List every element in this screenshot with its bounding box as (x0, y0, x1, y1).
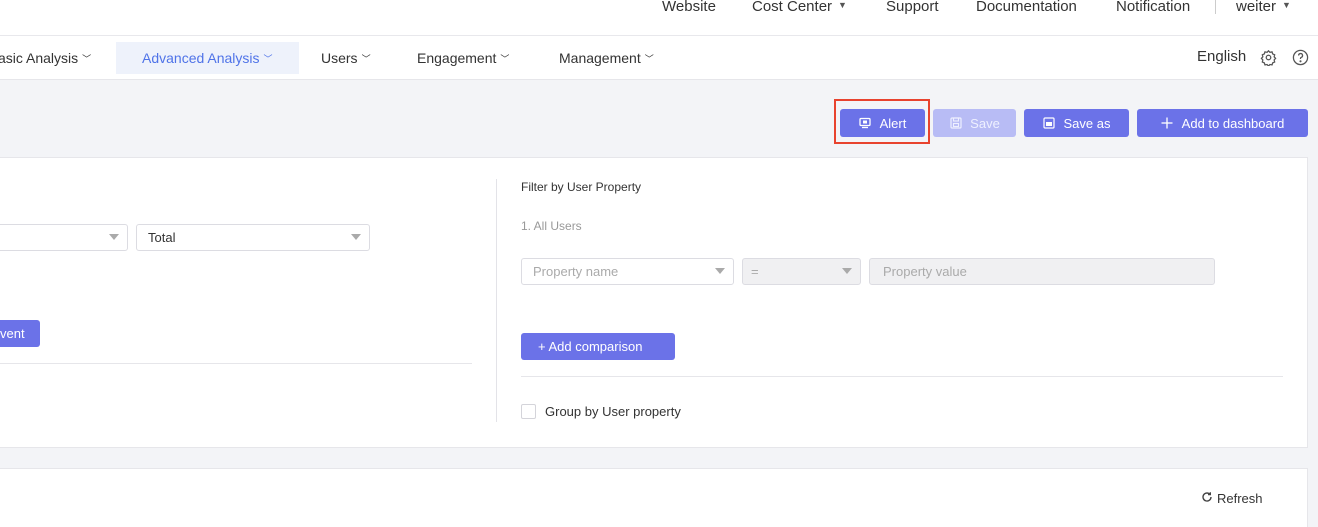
metric-select[interactable] (0, 224, 128, 251)
username: weiter (1236, 0, 1277, 15)
alert-button[interactable]: Alert (840, 109, 925, 137)
save-as-icon (1043, 117, 1056, 130)
chevron-down-icon: ﹀ (82, 54, 92, 64)
add-event-label: vent (0, 326, 25, 341)
menu-label: Management (559, 50, 641, 66)
chevron-down-icon: ﹀ (500, 54, 510, 64)
alert-label: Alert (879, 115, 907, 131)
group-by-checkbox[interactable] (521, 404, 536, 419)
menu-advanced-analysis[interactable]: Advanced Analysis ﹀ (116, 42, 299, 74)
refresh-button[interactable]: Refresh (1201, 491, 1263, 506)
menu-label: Engagement (417, 50, 497, 66)
refresh-icon (1201, 491, 1213, 506)
dropdown-arrow-icon (715, 268, 725, 274)
filter-title: Filter by User Property (521, 180, 642, 194)
menu-basic-analysis[interactable]: asic Analysis ﹀ (0, 42, 91, 74)
main-menu-bar: asic Analysis ﹀ Advanced Analysis ﹀ Users ﹀… (0, 36, 1318, 80)
add-to-dashboard-label: Add to dashboard (1181, 115, 1285, 131)
website-link[interactable]: Website (662, 0, 716, 15)
property-name-placeholder: Property name (533, 264, 619, 279)
dropdown-arrow-icon (842, 268, 852, 274)
add-comparison-label: + Add comparison (538, 339, 643, 354)
right-divider (521, 376, 1283, 377)
results-panel (0, 468, 1308, 527)
support-link[interactable]: Support (886, 0, 939, 15)
menu-engagement[interactable]: Engagement ﹀ (417, 42, 509, 74)
property-name-select[interactable]: Property name (521, 258, 734, 285)
add-comparison-button[interactable]: + Add comparison (521, 333, 675, 360)
save-label: Save (970, 115, 1000, 131)
add-to-dashboard-button[interactable]: Add to dashboard (1137, 109, 1308, 137)
plus-icon (1161, 117, 1174, 130)
dropdown-arrow-icon (109, 234, 119, 240)
caret-down-icon: ▼ (838, 0, 847, 10)
chevron-down-icon: ﹀ (644, 54, 654, 64)
aggregation-select-value: Total (148, 230, 176, 245)
chevron-down-icon: ﹀ (361, 54, 371, 64)
gear-icon[interactable] (1259, 48, 1277, 66)
cost-center-menu[interactable]: Cost Center ▼ (752, 0, 847, 15)
menu-management[interactable]: Management ﹀ (559, 42, 654, 74)
operator-value: = (751, 264, 759, 279)
add-event-button[interactable]: vent (0, 320, 40, 347)
all-users-label: 1. All Users (521, 219, 582, 233)
refresh-label: Refresh (1217, 491, 1263, 506)
top-navigation: Website Cost Center ▼ Support Documentati… (0, 0, 1318, 36)
notification-link[interactable]: Notification (1116, 0, 1190, 15)
menu-label: asic Analysis (0, 50, 79, 66)
help-icon[interactable] (1291, 48, 1309, 66)
cost-center-label: Cost Center (752, 0, 833, 15)
panel-divider (496, 179, 497, 422)
alert-icon (859, 117, 872, 130)
documentation-link[interactable]: Documentation (976, 0, 1077, 15)
save-as-button[interactable]: Save as (1024, 109, 1129, 137)
property-value-placeholder: Property value (883, 264, 967, 279)
menu-label: Advanced Analysis (142, 50, 260, 66)
aggregation-select[interactable]: Total (136, 224, 370, 251)
chevron-down-icon: ﹀ (263, 54, 273, 64)
save-button[interactable]: Save (933, 109, 1016, 137)
menu-label: Users (321, 50, 358, 66)
divider (1215, 0, 1216, 14)
left-divider (0, 363, 472, 364)
save-as-label: Save as (1063, 115, 1111, 131)
dropdown-arrow-icon (351, 234, 361, 240)
caret-down-icon: ▼ (1282, 0, 1291, 10)
property-value-input[interactable]: Property value (869, 258, 1215, 285)
save-icon (949, 117, 962, 130)
menu-users[interactable]: Users ﹀ (321, 42, 371, 74)
group-by-label: Group by User property (545, 404, 681, 419)
language-selector[interactable]: English (1197, 48, 1246, 65)
user-menu[interactable]: weiter ▼ (1236, 0, 1291, 15)
operator-select[interactable]: = (742, 258, 861, 285)
